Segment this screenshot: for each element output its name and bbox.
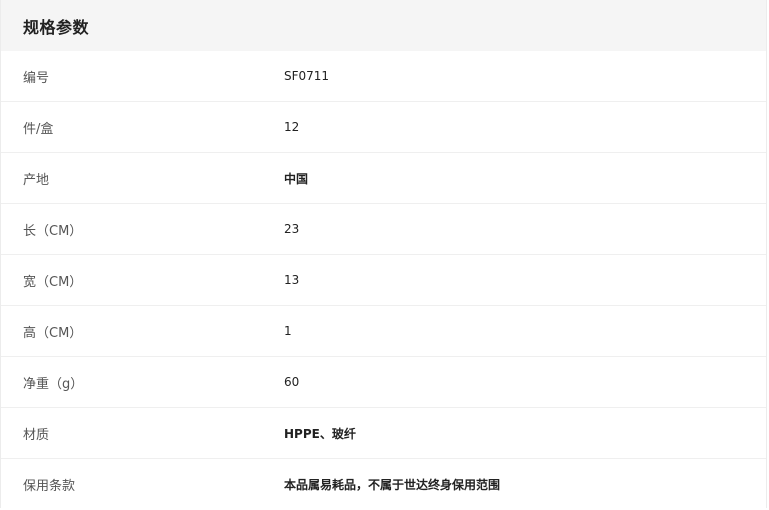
spec-label: 净重（g） — [23, 376, 84, 392]
spec-value: HPPE、玻纤 — [284, 426, 356, 441]
spec-row-length: 长（CM） 23 — [1, 204, 766, 255]
spec-label: 宽（CM） — [23, 274, 83, 290]
spec-row-material: 材质 HPPE、玻纤 — [1, 408, 766, 459]
spec-row-width: 宽（CM） 13 — [1, 255, 766, 306]
spec-value: 本品属易耗品，不属于世达终身保用范围 — [284, 478, 501, 492]
spec-row-height: 高（CM） 1 — [1, 306, 766, 357]
spec-row-warranty: 保用条款 本品属易耗品，不属于世达终身保用范围 — [1, 459, 766, 510]
spec-value: SF0711 — [284, 69, 330, 83]
spec-label: 高（CM） — [23, 325, 83, 341]
spec-row-pieces-per-box: 件/盒 12 — [1, 102, 766, 153]
spec-label: 件/盒 — [23, 121, 54, 137]
spec-value: 12 — [284, 120, 300, 134]
spec-value: 13 — [284, 273, 300, 287]
spec-value: 60 — [284, 375, 300, 389]
specs-panel: 规格参数 编号 SF0711 件/盒 12 产地 中国 长（CM） 23 宽（C… — [0, 0, 767, 508]
spec-value: 1 — [284, 324, 292, 338]
spec-value: 中国 — [284, 171, 309, 186]
specs-title: 规格参数 — [23, 17, 90, 37]
spec-label: 长（CM） — [23, 223, 83, 239]
specs-header: 规格参数 — [1, 0, 766, 51]
spec-value: 23 — [284, 222, 300, 236]
spec-row-code: 编号 SF0711 — [1, 51, 766, 102]
spec-row-origin: 产地 中国 — [1, 153, 766, 204]
spec-label: 产地 — [23, 172, 50, 188]
spec-label: 保用条款 — [23, 479, 76, 494]
spec-row-net-weight: 净重（g） 60 — [1, 357, 766, 408]
spec-label: 材质 — [23, 427, 50, 443]
spec-label: 编号 — [23, 70, 50, 86]
